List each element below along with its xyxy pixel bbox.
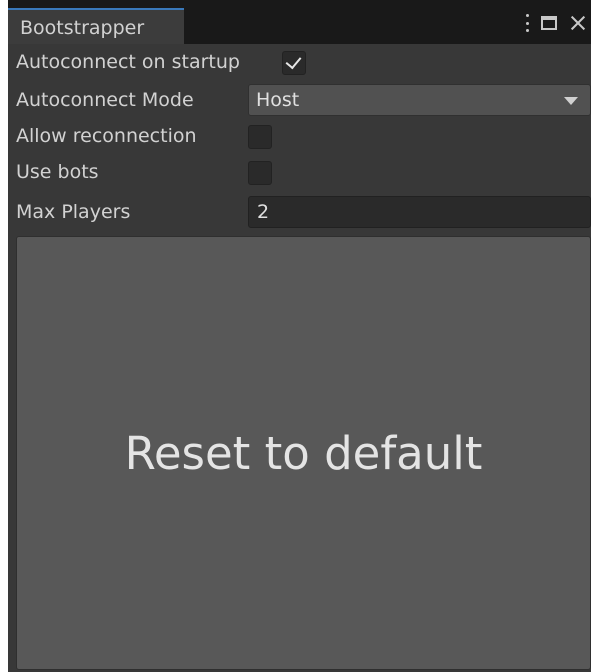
row-use-bots: Use bots: [8, 156, 591, 190]
maximize-icon[interactable]: [541, 16, 557, 30]
close-icon[interactable]: [569, 14, 587, 32]
row-autoconnect-on-startup: Autoconnect on startup: [8, 46, 591, 80]
allow-reconnection-checkbox[interactable]: [248, 125, 272, 149]
max-players-label: Max Players: [16, 201, 131, 223]
window-header: Bootstrapper: [8, 0, 591, 44]
row-autoconnect-mode: Autoconnect Mode Host: [8, 84, 591, 118]
tab-bootstrapper[interactable]: Bootstrapper: [8, 8, 184, 44]
autoconnect-on-startup-label: Autoconnect on startup: [16, 51, 240, 73]
tab-title: Bootstrapper: [20, 17, 145, 39]
autoconnect-on-startup-checkbox[interactable]: [282, 51, 306, 75]
autoconnect-mode-label: Autoconnect Mode: [16, 89, 194, 111]
dropdown-arrow-icon: [564, 97, 578, 105]
max-players-value: 2: [257, 201, 270, 223]
max-players-field[interactable]: 2: [248, 196, 591, 228]
allow-reconnection-label: Allow reconnection: [16, 125, 197, 147]
use-bots-label: Use bots: [16, 161, 99, 183]
row-allow-reconnection: Allow reconnection: [8, 120, 591, 154]
row-max-players: Max Players 2: [8, 196, 591, 230]
use-bots-checkbox[interactable]: [248, 161, 272, 185]
reset-to-default-label: Reset to default: [124, 427, 483, 480]
checkmark-icon: [285, 52, 302, 70]
autoconnect-mode-dropdown[interactable]: Host: [248, 84, 591, 116]
header-icons: [525, 10, 587, 36]
autoconnect-mode-value: Host: [256, 89, 300, 111]
reset-to-default-button[interactable]: Reset to default: [16, 236, 591, 670]
kebab-menu-icon[interactable]: [525, 14, 529, 32]
bootstrapper-window: Bootstrapper Autoconnect on startup Auto…: [8, 0, 591, 672]
